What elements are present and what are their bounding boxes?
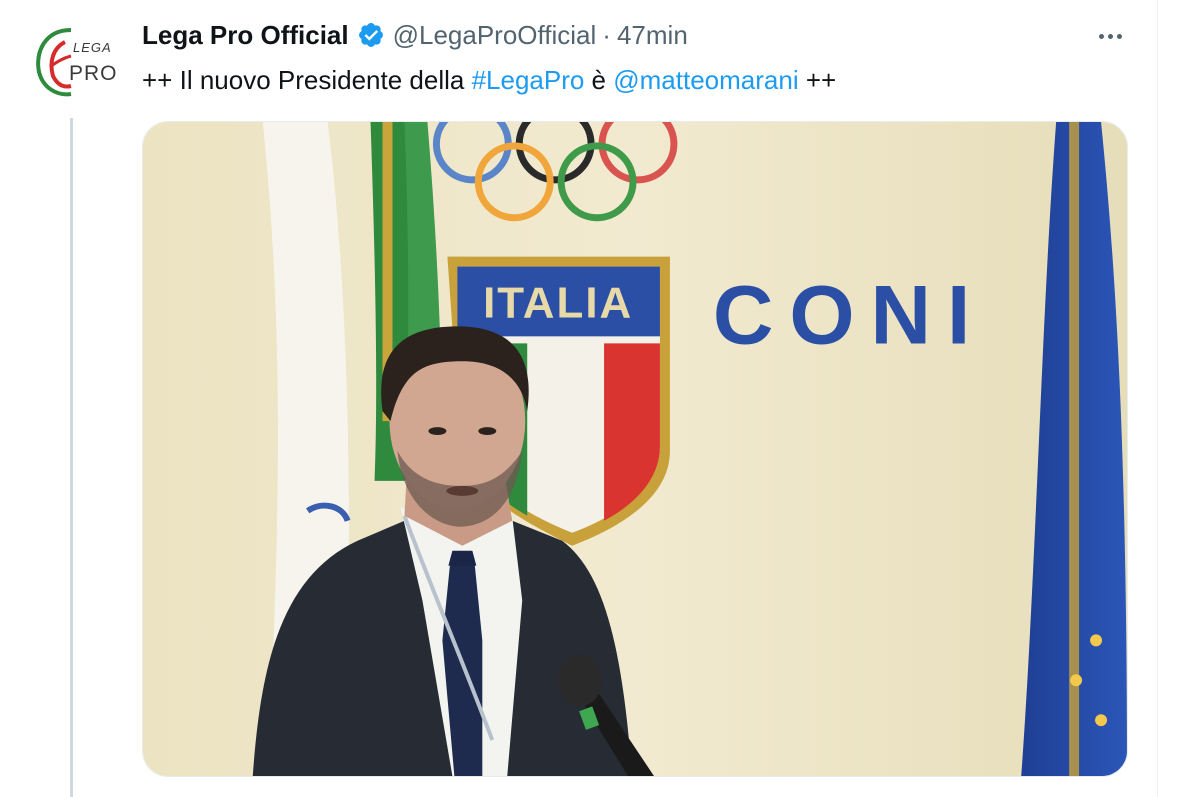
wall-label: CONI — [713, 267, 986, 361]
svg-text:LEGA: LEGA — [73, 40, 112, 55]
dot-separator: · — [602, 19, 611, 50]
avatar[interactable]: LEGA PRO — [27, 22, 119, 102]
shield-label: ITALIA — [483, 278, 633, 327]
more-horizontal-icon[interactable] — [1093, 22, 1127, 50]
tweet-text: ++ Il nuovo Presidente della #LegaPro è … — [142, 62, 836, 98]
timeline-right-border — [1157, 0, 1158, 797]
lega-pro-logo: LEGA PRO — [36, 28, 118, 97]
handle[interactable]: @LegaProOfficial — [393, 20, 597, 51]
svg-text:PRO: PRO — [69, 62, 118, 85]
display-name[interactable]: Lega Pro Official — [142, 20, 349, 51]
tweet-text-prefix: ++ Il nuovo Presidente della — [142, 65, 472, 95]
tweet-text-middle: è — [584, 65, 614, 95]
timestamp[interactable]: 47min — [617, 20, 688, 51]
tweet-header: Lega Pro Official @LegaProOfficial · 47m… — [142, 16, 688, 54]
press-conference-photo: ITALIA CONI — [143, 122, 1127, 776]
hashtag-link[interactable]: #LegaPro — [472, 65, 585, 95]
mention-link[interactable]: @matteomarani — [613, 65, 798, 95]
tweet-photo[interactable]: ITALIA CONI — [142, 121, 1128, 777]
thread-line — [70, 118, 73, 797]
tweet-text-suffix: ++ — [798, 65, 837, 95]
verified-badge-icon[interactable] — [357, 21, 385, 49]
